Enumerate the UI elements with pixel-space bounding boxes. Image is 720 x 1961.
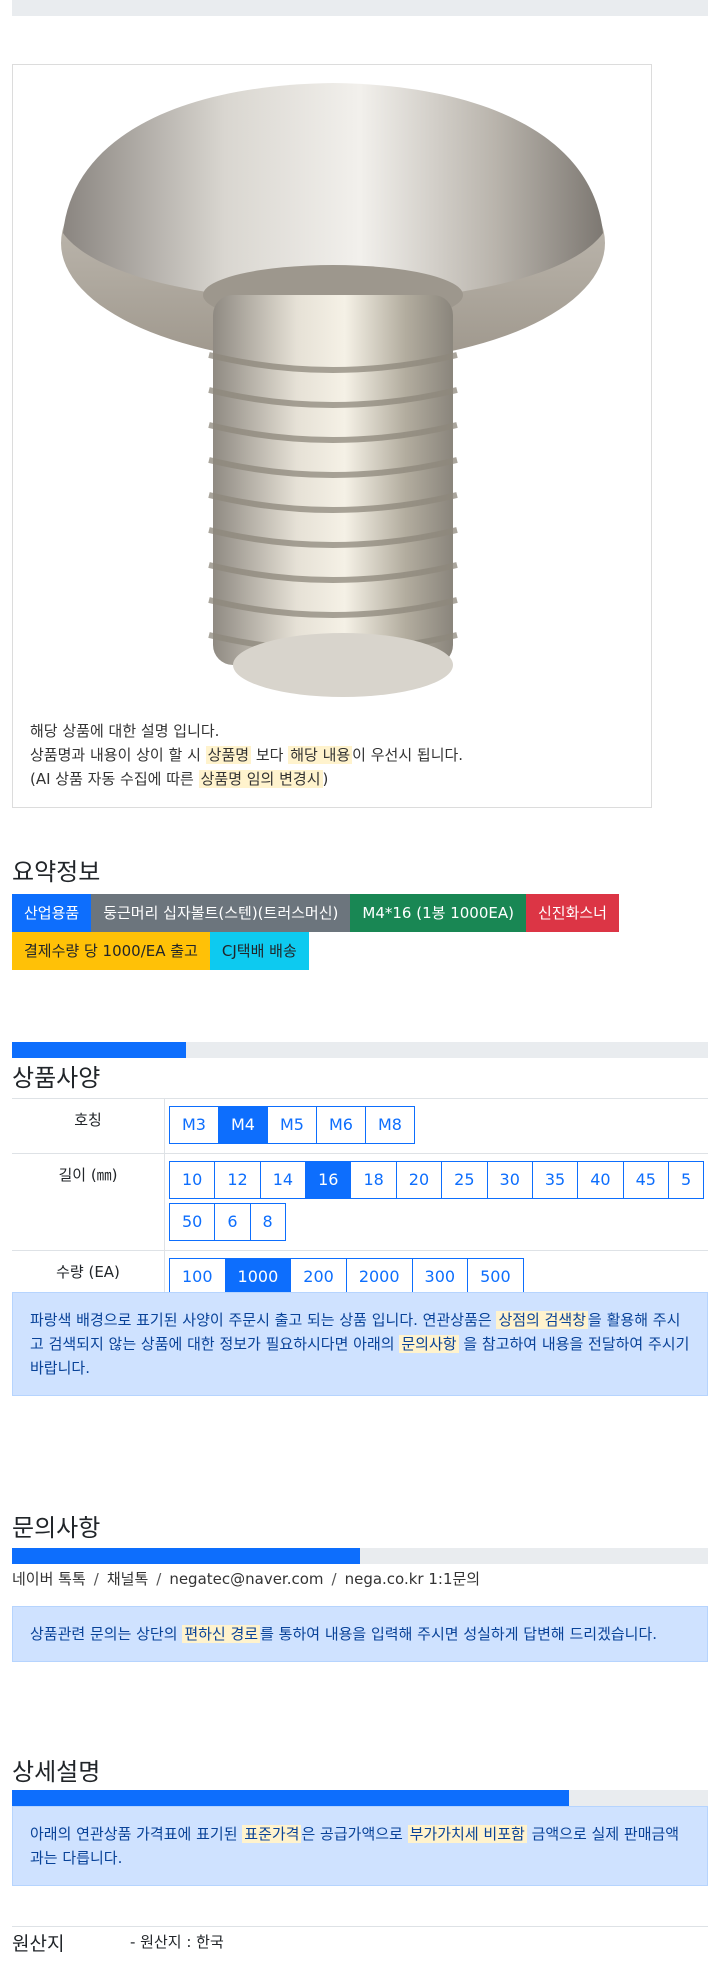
inquiry-channel-link[interactable]: nega.co.kr 1:1문의	[345, 1570, 481, 1588]
summary-badge: CJ택배 배송	[209, 932, 309, 970]
image-note-line3: (AI 상품 자동 수집에 따른 상품명 임의 변경시)	[30, 767, 463, 791]
origin-label: 원산지	[12, 1933, 65, 1955]
spec-title: 상품사양	[12, 1064, 101, 1092]
inquiry-notice: 상품관련 문의는 상단의 편하신 경로 를 통하여 내용을 입력해 주시면 성실하…	[12, 1606, 708, 1662]
image-note-line2: 상품명과 내용이 상이 할 시 상품명 보다 해당 내용 이 우선시 됩니다.	[30, 743, 463, 767]
summary-badge: M4*16 (1봉 1000EA)	[350, 894, 526, 932]
spec-option-button[interactable]: 18	[350, 1161, 397, 1199]
notice-text: 파랑색 배경으로 표기된 사양이 주문시 출고 되는 상품 입니다. 연관상품은	[30, 1311, 497, 1329]
spec-progress-fill	[12, 1042, 186, 1058]
notice-text: 상품관련 문의는 상단의	[30, 1625, 183, 1643]
detail-progress-fill	[12, 1790, 569, 1806]
channel-separator: /	[156, 1570, 162, 1588]
spec-row: 호칭 M3 M4 M5 M6 M8	[12, 1099, 708, 1154]
spec-option-button[interactable]: 45	[622, 1161, 669, 1199]
summary-badge: 둥근머리 십자볼트(스텐)(트러스머신)	[91, 894, 351, 932]
spec-option-button[interactable]: M6	[315, 1106, 366, 1144]
note-highlight: 상품명	[205, 746, 252, 764]
detail-notice: 아래의 연관상품 가격표에 표기된 표준가격 은 공급가액으로 부가가치세 비포함…	[12, 1806, 708, 1886]
notice-highlight: 편하신 경로	[182, 1625, 261, 1643]
channel-separator: /	[331, 1570, 337, 1588]
spec-row: 길이 (㎜) 10 12 14 16 18 20 25 30 35 40 45 5 50 6 8	[12, 1154, 708, 1251]
inquiry-progress	[12, 1548, 708, 1564]
spec-progress	[12, 1042, 708, 1058]
spec-option-button[interactable]: 50	[169, 1203, 216, 1241]
notice-text: 아래의 연관상품 가격표에 표기된	[30, 1825, 243, 1843]
spec-row-label: 길이 (㎜)	[12, 1154, 165, 1250]
note-highlight: 상품명 임의 변경시	[198, 770, 323, 788]
inquiry-title: 문의사항	[12, 1514, 101, 1542]
spec-options: 10 12 14 16 18 20 25 30 35 40 45 5 50 6 8	[165, 1154, 708, 1250]
spec-row-label: 호칭	[12, 1099, 165, 1153]
summary-badges: 산업용품 둥근머리 십자볼트(스텐)(트러스머신) M4*16 (1봉 1000EA…	[12, 894, 712, 970]
spec-option-button[interactable]: 12	[214, 1161, 261, 1199]
summary-badge: 결제수량 당 1000/EA 출고	[12, 932, 210, 970]
note-highlight: 해당 내용	[288, 746, 353, 764]
spec-options: M3 M4 M5 M6 M8	[165, 1099, 708, 1153]
spec-option-button[interactable]: M3	[169, 1106, 219, 1144]
spec-option-button[interactable]: 2000	[345, 1258, 413, 1296]
spec-option-button[interactable]: 30	[486, 1161, 533, 1199]
spec-option-button[interactable]: 35	[531, 1161, 579, 1199]
spec-table: 호칭 M3 M4 M5 M6 M8 길이 (㎜) 10 12 14 16 18 20 25 30 35 40 45…	[12, 1098, 708, 1306]
spec-option-button[interactable]: 300	[411, 1258, 469, 1296]
summary-title: 요약정보	[12, 858, 101, 886]
spec-option-button[interactable]: 20	[395, 1161, 443, 1199]
note-text: 보다	[251, 746, 289, 764]
note-text: )	[322, 770, 329, 788]
spec-notice: 파랑색 배경으로 표기된 사양이 주문시 출고 되는 상품 입니다. 연관상품은…	[12, 1292, 708, 1396]
notice-text: 를 통하여 내용을 입력해 주시면 성실하게 답변해 드리겠습니다.	[260, 1625, 658, 1643]
note-text: (AI 상품 자동 수집에 따른	[30, 770, 199, 788]
summary-badge: 산업용품	[12, 894, 92, 932]
channel-separator: /	[93, 1570, 99, 1588]
spec-option-button[interactable]: 40	[577, 1161, 624, 1199]
inquiry-progress-fill	[12, 1548, 360, 1564]
notice-highlight: 부가가치세 비포함	[407, 1825, 527, 1843]
note-text: 이 우선시 됩니다.	[352, 746, 464, 764]
notice-highlight: 문의사항	[399, 1335, 459, 1353]
bolt-product-image	[61, 83, 605, 697]
spec-option-button[interactable]: 1000	[224, 1258, 292, 1296]
inquiry-channel-link[interactable]: 채널톡	[107, 1570, 148, 1588]
notice-highlight: 표준가격	[242, 1825, 302, 1843]
inquiry-channel-link[interactable]: 네이버 톡톡	[12, 1570, 86, 1588]
notice-highlight: 상점의 검색창	[496, 1311, 589, 1329]
inquiry-channels: 네이버 톡톡 / 채널톡 / negatec@naver.com / nega.co.kr …	[12, 1568, 480, 1589]
detail-progress	[12, 1790, 708, 1806]
spec-option-button[interactable]: M4	[217, 1106, 268, 1144]
spec-option-button[interactable]: 14	[259, 1161, 307, 1199]
inquiry-channel-link[interactable]: negatec@naver.com	[169, 1570, 323, 1588]
spec-option-button[interactable]: 6	[214, 1203, 251, 1241]
spec-option-button[interactable]: M8	[364, 1106, 415, 1144]
spec-option-button[interactable]: 16	[305, 1161, 352, 1199]
summary-badge: 신진화스너	[525, 894, 619, 932]
spec-option-button[interactable]: 10	[169, 1161, 216, 1199]
origin-value: - 원산지 : 한국	[130, 1933, 224, 1951]
spec-option-button[interactable]: 100	[169, 1258, 226, 1296]
note-text: 상품명과 내용이 상이 할 시	[30, 746, 206, 764]
spec-option-button[interactable]: 500	[467, 1258, 524, 1296]
spec-option-button[interactable]: 8	[249, 1203, 286, 1241]
image-note-line1: 해당 상품에 대한 설명 입니다.	[30, 722, 220, 740]
product-image-card: 해당 상품에 대한 설명 입니다. 상품명과 내용이 상이 할 시 상품명 보다…	[12, 64, 652, 808]
image-note: 해당 상품에 대한 설명 입니다. 상품명과 내용이 상이 할 시 상품명 보다…	[30, 719, 463, 791]
top-divider	[12, 0, 708, 16]
spec-option-button[interactable]: M5	[266, 1106, 317, 1144]
notice-text: 은 공급가액으로	[301, 1825, 408, 1843]
origin-divider	[12, 1926, 708, 1927]
spec-option-button[interactable]: 200	[290, 1258, 347, 1296]
spec-option-button[interactable]: 25	[441, 1161, 488, 1199]
detail-title: 상세설명	[12, 1758, 101, 1786]
spec-option-button[interactable]: 5	[667, 1161, 705, 1199]
